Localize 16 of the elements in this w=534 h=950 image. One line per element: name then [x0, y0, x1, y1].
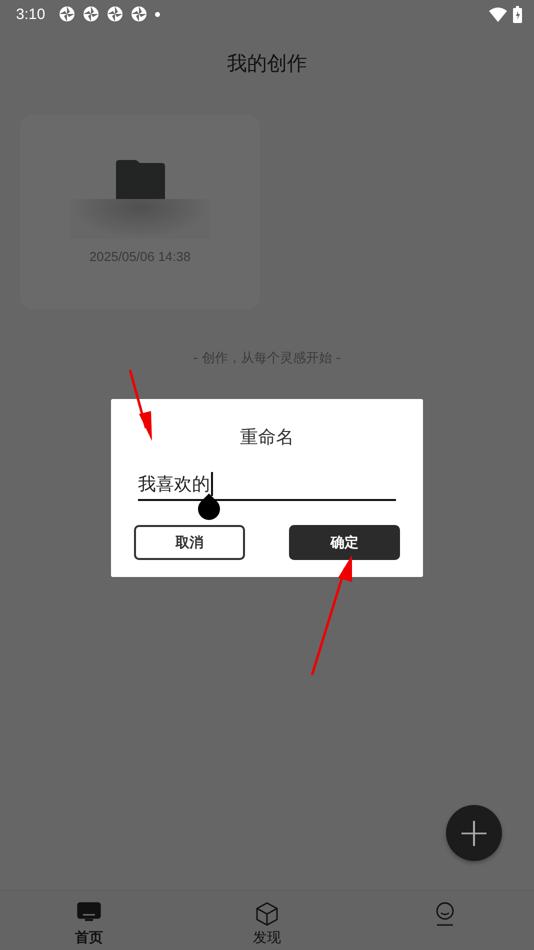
notification-icon — [131, 6, 148, 22]
status-time: 3:10 — [16, 6, 46, 22]
notification-icon — [59, 6, 76, 22]
battery-icon — [513, 6, 522, 22]
more-notifications-icon — [155, 12, 160, 16]
cube-icon — [255, 902, 279, 926]
dialog-title: 重命名 — [240, 426, 294, 449]
folder-icon — [116, 160, 164, 199]
notification-icon — [107, 6, 124, 22]
cancel-button[interactable]: 取消 — [134, 525, 245, 560]
confirm-button[interactable]: 确定 — [289, 525, 400, 560]
add-button[interactable]: + — [446, 805, 502, 861]
wifi-icon — [489, 6, 507, 22]
annotation-arrow — [128, 370, 152, 441]
notification-icon — [83, 6, 100, 22]
page-title: 我的创作 — [226, 50, 308, 77]
